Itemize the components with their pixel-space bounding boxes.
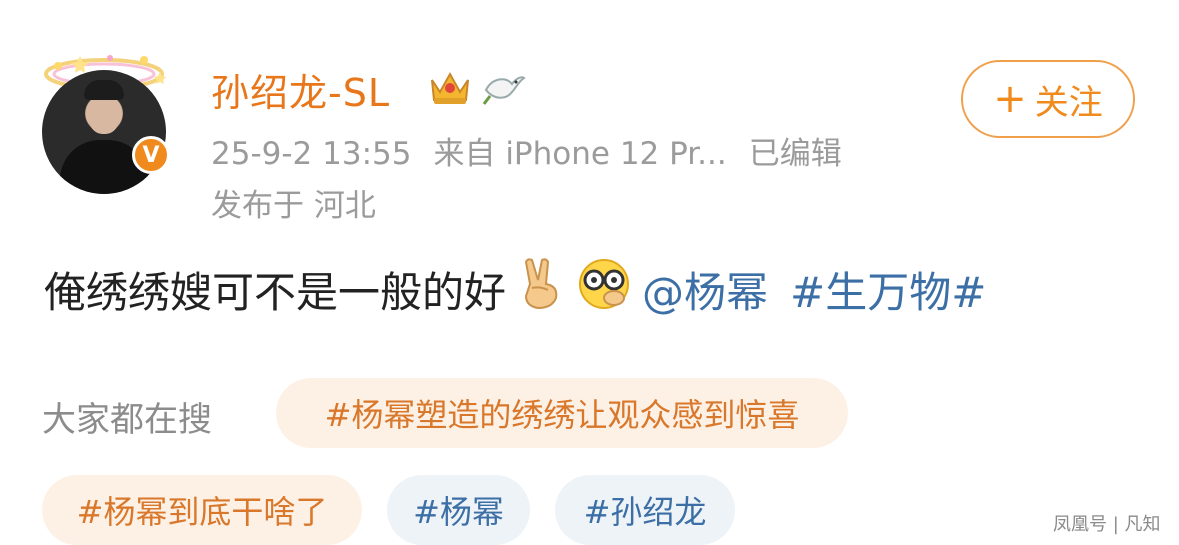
search-chip[interactable]: #杨幂 xyxy=(387,475,530,545)
user-name[interactable]: 孙绍龙-SL xyxy=(211,62,390,117)
post-source: 来自 iPhone 12 Pr... xyxy=(433,136,727,172)
dove-icon xyxy=(482,76,526,105)
edited-label[interactable]: 已编辑 xyxy=(749,136,842,172)
follow-label: 关注 xyxy=(1034,82,1103,123)
avatar[interactable] xyxy=(42,70,166,194)
avatar-hair xyxy=(84,80,124,100)
plus-icon: + xyxy=(993,76,1027,122)
avatar-face xyxy=(88,94,120,134)
verified-badge-icon: V xyxy=(132,136,170,174)
search-chip[interactable]: #孙绍龙 xyxy=(555,475,735,545)
post-time: 25-9-2 13:55 xyxy=(211,136,412,172)
topic-link[interactable]: #生万物# xyxy=(790,259,986,320)
post-text: 俺绣绣嫂可不是一般的好 xyxy=(44,267,507,317)
victory-hand-emoji xyxy=(518,258,564,320)
search-chip[interactable]: #杨幂塑造的绣绣让观众感到惊喜 xyxy=(276,378,848,448)
search-chip[interactable]: #杨幂到底干啥了 xyxy=(42,475,362,545)
glasses-face-emoji xyxy=(576,258,632,320)
post-meta: 25-9-2 13:55 来自 iPhone 12 Pr... 已编辑 xyxy=(211,128,864,173)
trending-search-label: 大家都在搜 xyxy=(42,400,212,440)
avatar-container[interactable]: V xyxy=(40,48,170,194)
watermark: 凤凰号 | 凡知 xyxy=(1053,514,1161,535)
post-body: 俺绣绣嫂可不是一般的好 @杨幂 #生万物# xyxy=(44,258,986,320)
mention-link[interactable]: @杨幂 xyxy=(642,259,768,320)
follow-button[interactable]: + 关注 xyxy=(961,60,1135,138)
post-location: 发布于 河北 xyxy=(211,188,376,224)
crown-icon xyxy=(431,71,469,104)
